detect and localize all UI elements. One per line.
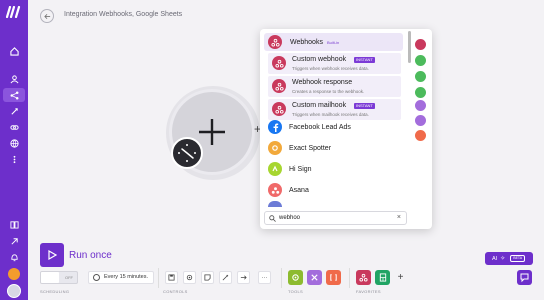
module-item-custom-mailhook[interactable]: Custom mailhook INSTANT Triggers when ma… — [268, 99, 401, 120]
clear-search-button[interactable]: × — [397, 214, 401, 221]
built-in-tag: Built-in — [326, 39, 340, 45]
org-avatar[interactable] — [8, 268, 20, 280]
module-name: Custom mailhook — [292, 102, 347, 109]
module-item-custom-webhook[interactable]: Custom webhook INSTANT Triggers when web… — [268, 53, 401, 74]
schedule-interval-label: Every 15 minutes. — [104, 274, 149, 280]
auto-align-wand-icon[interactable] — [219, 271, 232, 284]
module-description: Triggers when webhook receives data. — [292, 66, 369, 71]
search-icon — [269, 215, 276, 222]
notifications-bell-icon[interactable] — [7, 250, 21, 264]
more-vertical-icon[interactable] — [7, 152, 21, 166]
play-icon — [48, 250, 57, 260]
beta-badge: BETA — [510, 255, 526, 262]
schedule-interval-button[interactable]: Every 15 minutes. — [88, 271, 155, 284]
chat-icon — [520, 273, 529, 283]
side-webhooks-icon[interactable] — [415, 39, 426, 50]
webhooks-icon — [272, 102, 286, 116]
tools-gear-icon[interactable] — [288, 270, 303, 285]
facebook-icon — [268, 120, 282, 134]
app-name: Exact Spotter — [289, 144, 332, 152]
app-header-webhooks[interactable]: Webhooks Built-in — [264, 33, 403, 51]
team-icon[interactable] — [7, 72, 21, 86]
app-item-hi-sign[interactable]: Hi Sign — [268, 160, 403, 178]
instant-badge: INSTANT — [354, 103, 375, 109]
webhooks-icon — [268, 35, 282, 49]
app-name: Hi Sign — [289, 165, 312, 173]
controls-section-label: CONTROLS — [163, 289, 188, 294]
run-once-label[interactable]: Run once — [69, 250, 112, 261]
clock-hands-icon — [178, 144, 196, 162]
module-description: Creates a response to the webhook. — [292, 89, 365, 94]
save-icon[interactable] — [165, 271, 178, 284]
user-avatar[interactable] — [7, 284, 21, 298]
webhooks-globe-icon[interactable] — [7, 136, 21, 150]
connections-icon[interactable] — [7, 120, 21, 134]
search-value: webhoo — [279, 215, 301, 221]
favorite-webhooks-icon[interactable] — [356, 270, 371, 285]
module-description: Triggers when mailhook receives data. — [292, 112, 369, 117]
divider — [158, 268, 159, 288]
chat-help-button[interactable] — [517, 270, 532, 285]
side-green-icon-1[interactable] — [415, 55, 426, 66]
app-name: Webhooks — [290, 38, 323, 46]
search-input[interactable]: webhoo × — [264, 211, 407, 225]
arrow-left-icon — [43, 13, 50, 19]
favorites-section-label: FAVORITES — [356, 289, 381, 294]
category-side-icons — [411, 29, 431, 229]
side-green-icon-3[interactable] — [415, 87, 426, 98]
exact-spotter-icon — [268, 141, 282, 155]
instant-badge: INSTANT — [354, 57, 375, 63]
make-logo-icon[interactable] — [6, 6, 22, 18]
app-item-exact-spotter[interactable]: Exact Spotter — [268, 139, 403, 157]
add-favorite-button[interactable]: + — [394, 271, 407, 284]
launch-icon[interactable] — [7, 234, 21, 248]
plus-icon — [199, 119, 225, 145]
partial-app-icon — [268, 201, 282, 207]
schedule-clock-icon[interactable] — [171, 137, 203, 169]
side-purple-icon-2[interactable] — [415, 115, 426, 126]
ai-label: AI — [492, 255, 498, 262]
app-item-asana[interactable]: Asana — [268, 181, 403, 199]
templates-icon[interactable] — [7, 104, 21, 118]
scheduling-toggle[interactable]: OFF — [40, 271, 78, 284]
docs-book-icon[interactable] — [7, 217, 21, 231]
sparkle-icon: ✧ — [500, 256, 506, 262]
asana-icon — [268, 183, 282, 197]
app-name: Facebook Lead Ads — [289, 123, 351, 131]
module-name: Custom webhook — [292, 56, 347, 63]
run-once-button[interactable] — [40, 243, 64, 267]
module-name: Webhook response — [292, 79, 353, 86]
toggle-knob — [41, 272, 59, 283]
webhooks-icon — [272, 79, 286, 93]
ai-assistant-button[interactable]: AI ✧ BETA — [485, 252, 533, 265]
side-green-icon-2[interactable] — [415, 71, 426, 82]
side-orange-icon[interactable] — [415, 130, 426, 141]
back-button[interactable] — [40, 9, 54, 23]
scheduling-section-label: SCHEDULING — [40, 289, 70, 294]
webhooks-icon — [272, 56, 286, 70]
app-name: Asana — [289, 186, 309, 194]
module-picker-dropdown: Webhooks Built-in Custom webhook INSTANT… — [260, 29, 432, 229]
divider — [349, 268, 350, 288]
more-controls-button[interactable]: ··· — [258, 271, 271, 284]
hi-sign-icon — [268, 162, 282, 176]
favorite-google-sheets-icon[interactable] — [375, 270, 390, 285]
left-sidebar — [0, 0, 28, 300]
notes-icon[interactable] — [201, 271, 214, 284]
module-item-webhook-response[interactable]: Webhook response Creates a response to t… — [268, 76, 401, 97]
toggle-off-label: OFF — [65, 275, 73, 280]
side-purple-icon-1[interactable] — [415, 100, 426, 111]
scenario-title[interactable]: Integration Webhooks, Google Sheets — [64, 11, 182, 18]
clock-icon — [93, 274, 100, 281]
app-item-facebook-lead-ads[interactable]: Facebook Lead Ads — [268, 118, 403, 136]
tools-section-label: TOOLS — [288, 289, 303, 294]
home-icon[interactable] — [7, 44, 21, 58]
text-parser-icon[interactable] — [326, 270, 341, 285]
explain-flow-icon[interactable] — [237, 271, 250, 284]
scenarios-icon[interactable] — [3, 88, 25, 102]
divider — [281, 268, 282, 288]
settings-gear-icon[interactable] — [183, 271, 196, 284]
flow-control-icon[interactable] — [307, 270, 322, 285]
